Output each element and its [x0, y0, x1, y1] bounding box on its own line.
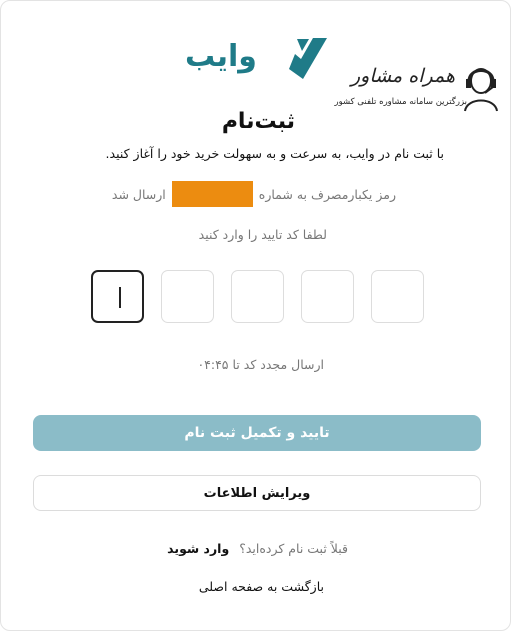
signup-card: وایب همراه مشاور بزرگترین سامانه مشاوره …	[0, 0, 511, 631]
otp-digit-1[interactable]	[371, 270, 424, 323]
watermark-subtitle: بزرگترین سامانه مشاوره تلفنی کشور	[334, 97, 467, 107]
brand-logo: وایب	[185, 35, 329, 81]
enter-code-label: لطفا کد تایید را وارد کنید	[198, 227, 327, 242]
otp-digit-2[interactable]	[301, 270, 354, 323]
otp-digit-4[interactable]	[161, 270, 214, 323]
brand-logo-text: وایب	[185, 39, 257, 74]
otp-sent-suffix: ارسال شد	[111, 186, 166, 202]
otp-sent-message: رمز یکبارمصرف به شماره ارسال شد	[112, 181, 396, 207]
phone-number-redacted	[171, 181, 253, 207]
page-subtitle: با ثبت نام در وایب، به سرعت و به سهولت خ…	[105, 146, 444, 161]
text-cursor	[119, 287, 121, 308]
otp-sent-prefix: رمز یکبارمصرف به شماره	[258, 186, 396, 202]
login-prompt: قبلاً ثبت نام کرده‌اید؟ وارد شوید	[167, 541, 348, 556]
headset-person-icon	[464, 68, 498, 112]
already-registered-text: قبلاً ثبت نام کرده‌اید؟	[239, 541, 348, 556]
watermark-title: همراه مشاور	[350, 65, 455, 87]
page-title: ثبت‌نام	[221, 109, 295, 134]
otp-digit-5[interactable]	[91, 270, 144, 323]
back-home-link[interactable]: بازگشت به صفحه اصلی	[199, 579, 324, 594]
resend-countdown: ارسال مجدد کد تا ۰۴:۴۵	[197, 357, 324, 372]
otp-digit-3[interactable]	[231, 270, 284, 323]
confirm-signup-button[interactable]: تایید و تکمیل ثبت نام	[33, 415, 481, 451]
watermark: همراه مشاور بزرگترین سامانه مشاوره تلفنی…	[319, 59, 507, 119]
login-link[interactable]: وارد شوید	[167, 541, 229, 556]
edit-info-button[interactable]: ویرایش اطلاعات	[33, 475, 481, 511]
